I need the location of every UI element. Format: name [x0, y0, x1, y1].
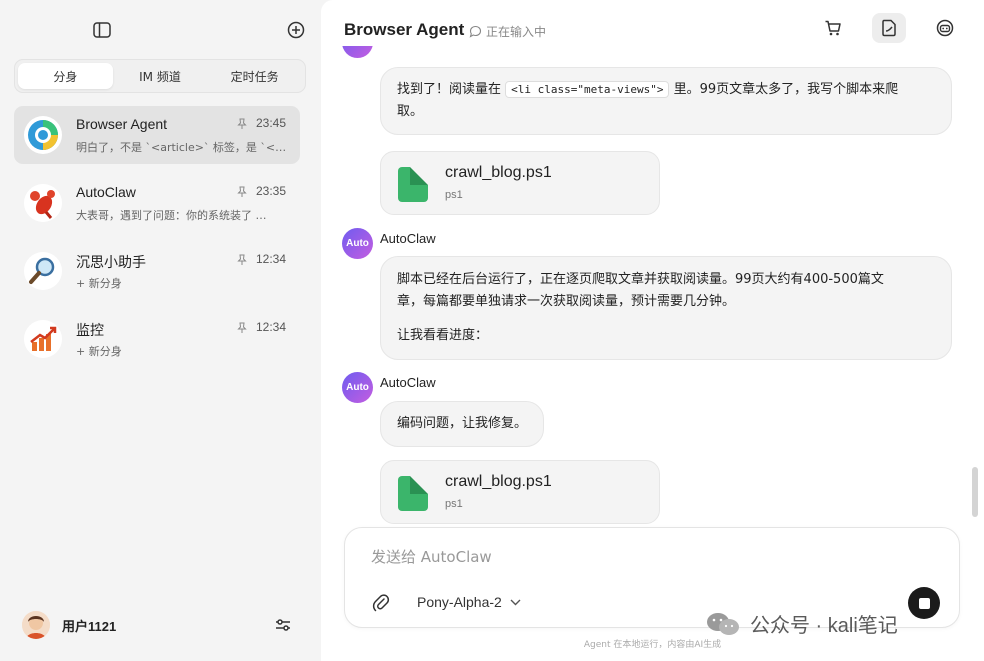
typing-status: 正在输入中	[469, 23, 546, 40]
conversation-title: Browser Agent	[76, 116, 168, 132]
user-profile[interactable]: 用户1121	[22, 611, 300, 639]
page-title: Browser Agent	[344, 20, 465, 39]
new-avatar-link[interactable]: + 新分身	[76, 275, 288, 291]
autoclaw-avatar: Auto	[342, 46, 373, 58]
message-list[interactable]: Auto 找到了！阅读量在 <li class="meta-views"> 里。…	[321, 46, 984, 524]
conversation-time: 23:45	[256, 116, 287, 130]
chevron-down-icon	[510, 599, 521, 605]
conversation-time: 12:34	[256, 320, 287, 334]
message-bubble: 编码问题，让我修复。	[380, 401, 545, 447]
pin-icon	[237, 186, 247, 197]
tab-avatars[interactable]: 分身	[18, 63, 113, 89]
user-name: 用户1121	[62, 619, 117, 634]
conversation-time: 12:34	[256, 252, 287, 266]
sidebar: 分身 IM 频道 定时任务 Browser Agent 23:45 明白了，不是…	[0, 0, 320, 661]
file-name: crawl_blog.ps1	[445, 473, 552, 490]
lobster-avatar	[24, 184, 62, 222]
autoclaw-avatar: Auto	[342, 228, 373, 259]
message-text: 编码问题，让我修复。	[397, 416, 528, 431]
magnifier-avatar	[24, 252, 62, 290]
document-icon[interactable]	[872, 13, 906, 43]
conversation-preview: 大表哥，遇到了问题：你的系统装了 …	[76, 209, 267, 222]
message-bubble: 脚本已经在后台运行了，正在逐页爬取文章并获取阅读量。99页大约有400-500篇…	[380, 256, 952, 360]
message-text: 里。99页文章太多了，我写个脚本来爬	[673, 82, 899, 97]
conversation-item-thinking-assistant[interactable]: 沉思小助手 12:34 + 新分身	[14, 242, 300, 300]
watermark: 公众号 · kali笔记	[706, 609, 898, 638]
chat-panel: Browser Agent 正在输入中 Auto 找到了！阅读量在 <li cl…	[321, 0, 984, 661]
watermark-text: 公众号 · kali笔记	[750, 615, 898, 637]
sidebar-tabs: 分身 IM 频道 定时任务	[14, 59, 306, 93]
pin-icon	[237, 322, 247, 333]
chat-bubble-icon	[469, 25, 482, 38]
message-text: 让我看看进度：	[397, 328, 489, 343]
file-extension: ps1	[445, 189, 463, 201]
message-text: 取。	[397, 104, 424, 119]
message-text: 章，每篇都要单独请求一次获取阅读量，预计需要几分钟。	[397, 294, 736, 309]
message-text: 找到了！阅读量在	[397, 82, 502, 97]
file-attachment[interactable]: crawl_blog.ps1 ps1	[380, 151, 660, 215]
toggle-sidebar-icon[interactable]	[91, 19, 113, 41]
chart-avatar	[24, 320, 62, 358]
wechat-icon	[706, 612, 740, 636]
conversation-item-autoclaw[interactable]: AutoClaw 23:35 大表哥，遇到了问题：你的系统装了 …	[14, 174, 300, 232]
sender-name: AutoClaw	[380, 375, 436, 390]
conversation-title: 监控	[76, 322, 104, 338]
new-chat-icon[interactable]	[285, 19, 307, 41]
conversation-time: 23:35	[256, 184, 287, 198]
pin-icon	[237, 254, 247, 265]
avatar	[22, 611, 50, 639]
tab-im-channels[interactable]: IM 频道	[113, 63, 208, 89]
conversation-preview: 明白了，不是 `<article>` 标签，是 `<…	[76, 141, 287, 154]
message-input[interactable]	[371, 548, 871, 566]
settings-sliders-icon[interactable]	[274, 616, 292, 634]
autoclaw-avatar: Auto	[342, 372, 373, 403]
file-icon	[398, 167, 428, 202]
typing-status-text: 正在输入中	[486, 25, 547, 39]
message-bubble: 找到了！阅读量在 <li class="meta-views"> 里。99页文章…	[380, 67, 952, 135]
browser-agent-avatar	[24, 116, 62, 154]
file-attachment[interactable]: crawl_blog.ps1 ps1	[380, 460, 660, 524]
scrollbar[interactable]	[972, 467, 978, 517]
file-icon	[398, 476, 428, 511]
cart-icon[interactable]	[816, 13, 850, 43]
robot-icon[interactable]	[928, 13, 962, 43]
conversation-title: 沉思小助手	[76, 254, 146, 270]
inline-code: <li class="meta-views">	[505, 81, 670, 98]
model-name: Pony-Alpha-2	[417, 594, 502, 610]
model-selector[interactable]: Pony-Alpha-2	[417, 594, 521, 610]
pin-icon	[237, 118, 247, 129]
conversation-item-monitor[interactable]: 监控 12:34 + 新分身	[14, 310, 300, 368]
file-extension: ps1	[445, 498, 463, 510]
stop-button[interactable]	[908, 587, 940, 619]
message-text: 脚本已经在后台运行了，正在逐页爬取文章并获取阅读量。99页大约有400-500篇…	[397, 272, 884, 287]
file-name: crawl_blog.ps1	[445, 164, 552, 181]
tab-scheduled-tasks[interactable]: 定时任务	[207, 63, 302, 89]
new-avatar-link[interactable]: + 新分身	[76, 343, 288, 359]
sender-name: AutoClaw	[380, 231, 436, 246]
conversation-item-browser-agent[interactable]: Browser Agent 23:45 明白了，不是 `<article>` 标…	[14, 106, 300, 164]
conversation-title: AutoClaw	[76, 184, 136, 200]
stop-icon	[918, 597, 930, 609]
footer-note: Agent 在本地运行，内容由AI生成	[583, 640, 722, 650]
paperclip-icon[interactable]	[372, 593, 390, 613]
